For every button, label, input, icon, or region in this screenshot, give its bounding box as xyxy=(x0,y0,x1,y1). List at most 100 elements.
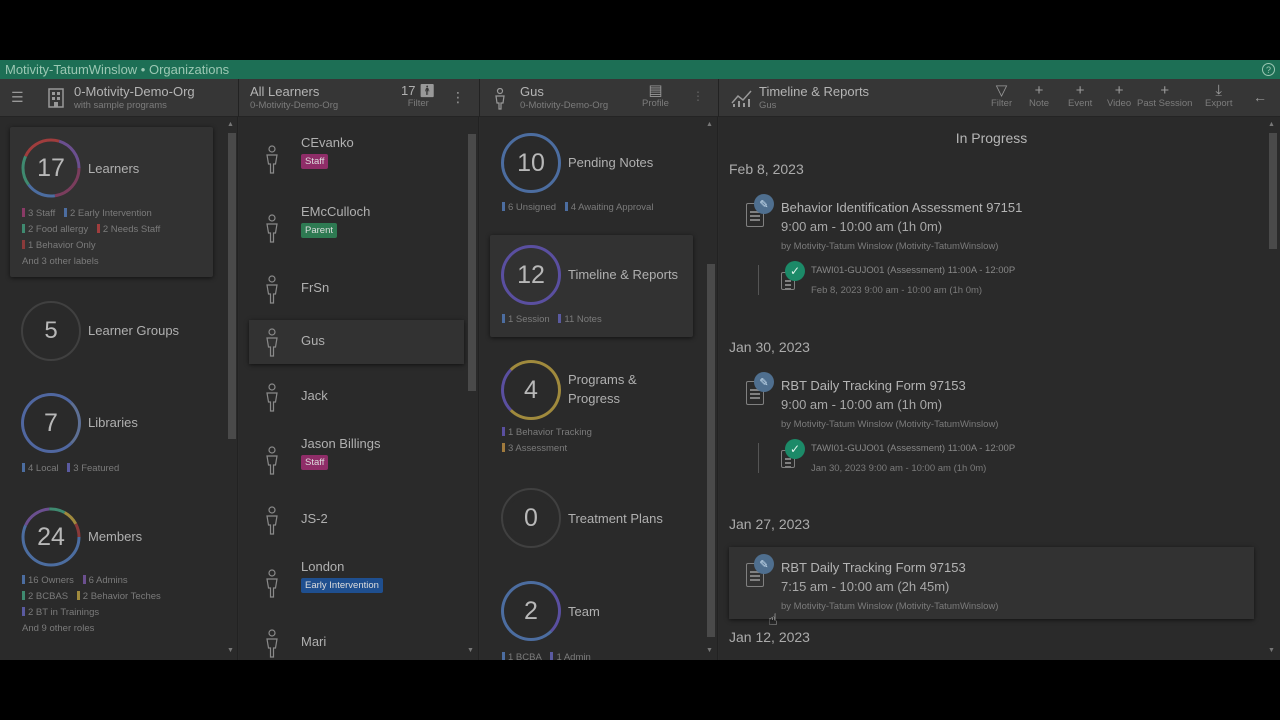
learner-row[interactable]: Jason Billings Staff xyxy=(249,428,464,478)
scroll-down-icon[interactable]: ▼ xyxy=(706,647,713,654)
scroll-thumb[interactable] xyxy=(1269,133,1277,249)
scroll-up-icon[interactable]: ▲ xyxy=(1268,121,1275,128)
timeline-scrollbar[interactable]: ▲ ▼ xyxy=(1267,117,1277,660)
learner-name: FrSn xyxy=(301,280,330,295)
learner-row[interactable]: FrSn xyxy=(249,267,464,317)
treatment-plans-card[interactable]: 0 Treatment Plans xyxy=(490,487,693,549)
profile-button[interactable]: ▤ Profile xyxy=(642,83,669,109)
timeline-note-item[interactable]: ✎ RBT Daily Tracking Form 97153 9:00 am - … xyxy=(729,365,1254,437)
learner-row[interactable]: CEvanko Staff xyxy=(249,127,464,177)
pencil-icon: ✎ xyxy=(754,194,774,214)
note-title: Behavior Identification Assessment 97151 xyxy=(781,200,1023,215)
help-icon[interactable]: ? xyxy=(1262,63,1275,76)
title-bar: Motivity-TatumWinslow • Organizations ? xyxy=(0,60,1280,79)
libraries-card[interactable]: 7 Libraries 4 Local 3 Featured xyxy=(10,392,213,482)
learner-name: Gus xyxy=(301,333,325,348)
learners-subtitle: 0-Motivity-Demo-Org xyxy=(250,100,339,111)
org-scrollbar[interactable]: ▲ ▼ xyxy=(226,117,236,660)
timeline-title: Timeline & Reports xyxy=(759,84,870,99)
chart-icon xyxy=(731,90,752,107)
pencil-icon: ✎ xyxy=(754,554,774,574)
timeline-session-item[interactable]: ✓ TAWI01-GUJO01 (Assessment) 11:00A - 12:… xyxy=(729,255,1254,299)
person-icon: 🚹︎ xyxy=(419,83,436,98)
person-icon xyxy=(266,275,278,304)
session-time: Feb 8, 2023 9:00 am - 10:00 am (1h 0m) xyxy=(811,285,983,296)
timeline-date: Jan 12, 2023 xyxy=(729,629,810,645)
scroll-up-icon[interactable]: ▲ xyxy=(227,121,234,128)
note-time: 9:00 am - 10:00 am (1h 0m) xyxy=(781,397,943,412)
learner-name: London xyxy=(301,559,345,574)
note-author: by Motivity-Tatum Winslow (Motivity-Tatu… xyxy=(781,241,999,252)
learner-name: EMcCulloch xyxy=(301,204,371,219)
learner-name: Jack xyxy=(301,388,328,403)
learner-name: JS-2 xyxy=(301,511,328,526)
learner-label-badge: Staff xyxy=(301,455,329,470)
members-ring: 24 xyxy=(21,507,81,567)
person-icon xyxy=(266,569,278,598)
scroll-thumb[interactable] xyxy=(707,264,715,637)
libraries-label: Libraries xyxy=(88,415,138,430)
programs-tags: 1 Behavior Tracking 3 Assessment xyxy=(502,425,598,457)
more-vert-icon[interactable]: ⋮ xyxy=(451,89,465,106)
scroll-up-icon[interactable]: ▲ xyxy=(706,121,713,128)
filter-icon: ▽ xyxy=(995,82,1008,99)
timeline-tags: 1 Session 11 Notes xyxy=(502,312,608,328)
action-export-button[interactable]: ⤓ Export xyxy=(1205,83,1232,109)
action-note-button[interactable]: + Note xyxy=(1029,83,1049,109)
learner-groups-card[interactable]: 5 Learner Groups xyxy=(10,300,213,362)
members-tags: 16 Owners 6 Admins 2 BCBAS 2 Behavior Te… xyxy=(22,575,161,634)
learner-row[interactable]: JS-2 xyxy=(249,498,464,548)
members-card[interactable]: 24 Members 16 Owners 6 Admins 2 BCBAS 2 … xyxy=(10,506,213,636)
team-tags: 1 BCBA 1 Admin xyxy=(502,650,597,660)
note-title: RBT Daily Tracking Form 97153 xyxy=(781,378,966,393)
team-card[interactable]: 2 Team 1 BCBA 1 Admin xyxy=(490,580,693,660)
learners-scrollbar[interactable]: ▼ xyxy=(466,117,476,660)
timeline-note-item[interactable]: ✎ RBT Daily Tracking Form 97153 7:15 am - … xyxy=(729,547,1254,619)
learner-label-badge: Parent xyxy=(301,223,337,238)
scroll-down-icon[interactable]: ▼ xyxy=(1268,647,1275,654)
programs-label-1: Programs & xyxy=(568,372,637,387)
org-title[interactable]: 0-Motivity-Demo-Org xyxy=(74,84,195,99)
learners-list-panel: CEvanko Staff EMcCulloch Parent FrSn Gus Jack J… xyxy=(239,117,479,660)
timeline-reports-card[interactable]: 12 Timeline & Reports 1 Session 11 Notes xyxy=(490,235,693,337)
header-timeline: Timeline & Reports Gus ▽ Filter + Note + Even… xyxy=(719,79,1280,117)
learner-row[interactable]: London Early Intervention xyxy=(249,551,464,601)
scroll-down-icon[interactable]: ▼ xyxy=(227,647,234,654)
timeline-session-item[interactable]: ✓ TAWI01-GUJO01 (Assessment) 11:00A - 12:… xyxy=(729,433,1254,477)
learner-name: CEvanko xyxy=(301,135,354,150)
learner-row[interactable]: Jack xyxy=(249,375,464,425)
learners-filter-button[interactable]: 17 🚹︎ Filter xyxy=(401,83,436,109)
scroll-thumb[interactable] xyxy=(468,134,476,391)
building-icon xyxy=(48,88,64,108)
notes-ring: 10 xyxy=(501,133,561,193)
org-subtitle: with sample programs xyxy=(74,100,167,111)
action-filter-button[interactable]: ▽ Filter xyxy=(991,83,1012,109)
action-past-session-button[interactable]: + Past Session xyxy=(1137,83,1192,109)
back-arrow-icon[interactable]: ← xyxy=(1253,89,1267,105)
action-video-button[interactable]: + Video xyxy=(1107,83,1131,109)
timeline-card-label: Timeline & Reports xyxy=(568,267,679,282)
libraries-ring: 7 xyxy=(21,393,81,453)
pending-notes-card[interactable]: 10 Pending Notes 6 Unsigned 4 Awaiting A… xyxy=(490,127,693,222)
team-ring: 2 xyxy=(501,581,561,641)
timeline-note-item[interactable]: ✎ Behavior Identification Assessment 9715… xyxy=(729,187,1254,259)
timeline-date: Jan 30, 2023 xyxy=(729,339,810,355)
note-author: by Motivity-Tatum Winslow (Motivity-Tatu… xyxy=(781,601,999,612)
learners-label: Learners xyxy=(88,161,140,176)
programs-progress-card[interactable]: 4 Programs & Progress 1 Behavior Trackin… xyxy=(490,355,693,465)
learners-card[interactable]: 17 Learners 3 Staff 2 Early Intervention… xyxy=(10,127,213,277)
action-event-button[interactable]: + Event xyxy=(1068,83,1092,109)
learner-row[interactable]: EMcCulloch Parent xyxy=(249,196,464,246)
learner-dashboard-panel: 10 Pending Notes 6 Unsigned 4 Awaiting A… xyxy=(480,117,718,660)
timeline-date: Feb 8, 2023 xyxy=(729,161,804,177)
plans-ring: 0 xyxy=(501,488,561,548)
plus-icon: + xyxy=(1034,82,1044,99)
learner-row[interactable]: Gus xyxy=(249,320,464,364)
more-vert-icon[interactable]: ⋮ xyxy=(692,89,704,103)
scroll-down-icon[interactable]: ▼ xyxy=(467,647,474,654)
learner-scrollbar[interactable]: ▲ ▼ xyxy=(705,117,715,660)
scroll-thumb[interactable] xyxy=(228,133,236,439)
learner-row[interactable]: Mari xyxy=(249,621,464,660)
hamburger-menu-icon[interactable]: ☰ xyxy=(11,89,24,106)
learner-label-badge: Staff xyxy=(301,154,329,169)
